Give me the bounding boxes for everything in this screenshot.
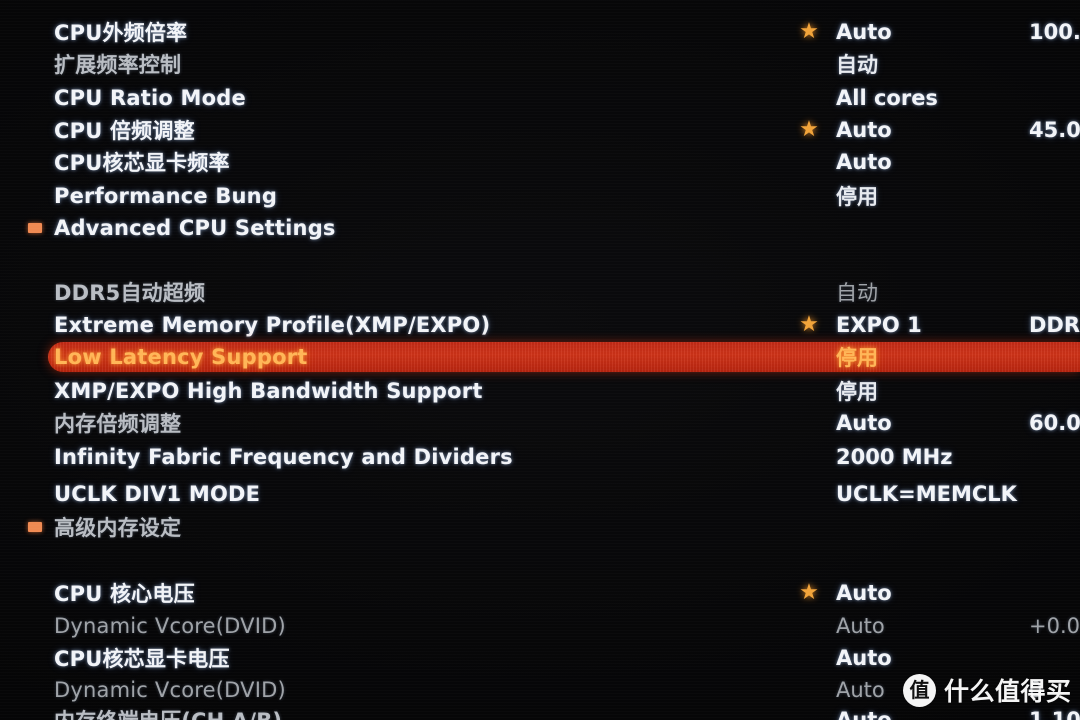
setting-row[interactable]: 扩展频率控制 自动: [0, 48, 1080, 80]
setting-row[interactable]: Performance Bung 停用: [0, 180, 1080, 212]
setting-row[interactable]: Dynamic Vcore(DVID) Auto +0.0: [0, 610, 1080, 642]
setting-value[interactable]: 停用: [836, 181, 878, 211]
setting-row[interactable]: UCLK DIV1 MODE UCLK=MEMCLK: [0, 478, 1080, 510]
setting-row[interactable]: CPU核芯显卡电压 Auto: [0, 642, 1080, 674]
setting-value[interactable]: 自动: [836, 49, 878, 79]
setting-label: DDR5自动超频: [54, 281, 206, 305]
setting-label: CPU Ratio Mode: [54, 86, 246, 110]
setting-extra-value: 1.10: [1029, 708, 1080, 720]
setting-label: UCLK DIV1 MODE: [54, 482, 261, 506]
setting-label: 扩展频率控制: [54, 53, 182, 77]
watermark-text: 什么值得买: [944, 677, 1072, 706]
setting-row[interactable]: 内存倍频调整 Auto 60.0: [0, 407, 1080, 439]
setting-extra-value: 60.0: [1029, 411, 1080, 435]
setting-row[interactable]: ★ CPU 核心电压 Auto: [0, 577, 1080, 609]
setting-label: 内存倍频调整: [54, 412, 182, 436]
favorite-star-icon[interactable]: ★: [798, 314, 820, 336]
setting-label: CPU 核心电压: [54, 582, 195, 606]
setting-row[interactable]: ★ CPU外频倍率 Auto 100.: [0, 16, 1080, 48]
setting-value[interactable]: UCLK=MEMCLK: [836, 482, 1017, 506]
setting-row[interactable]: Infinity Fabric Frequency and Dividers 20…: [0, 441, 1080, 473]
setting-extra-value: +0.0: [1029, 614, 1080, 638]
setting-label: Performance Bung: [54, 184, 278, 208]
setting-label: CPU 倍频调整: [54, 119, 195, 143]
watermark: 值 什么值得买: [903, 672, 1072, 708]
watermark-badge-icon: 值: [903, 673, 936, 707]
favorite-star-icon[interactable]: ★: [798, 119, 820, 141]
setting-value[interactable]: 2000 MHz: [836, 445, 952, 469]
setting-value[interactable]: Auto: [836, 678, 885, 702]
setting-value[interactable]: 停用: [836, 342, 878, 372]
submenu-bullet-icon: [28, 522, 42, 532]
setting-extra-value: 100.: [1029, 20, 1080, 44]
setting-label: Dynamic Vcore(DVID): [54, 614, 286, 638]
setting-label: 内存终端电压(CH A/B): [54, 705, 282, 720]
setting-label: Low Latency Support: [54, 345, 308, 369]
bios-screen: ★ CPU外频倍率 Auto 100. 扩展频率控制 自动 CPU Ratio Mode Al…: [0, 0, 1080, 720]
setting-row[interactable]: ★ CPU 倍频调整 Auto 45.0: [0, 114, 1080, 146]
setting-extra-value: DDR: [1029, 313, 1080, 337]
setting-label: Infinity Fabric Frequency and Dividers: [54, 445, 513, 469]
setting-row[interactable]: CPU Ratio Mode All cores: [0, 82, 1080, 114]
setting-label: CPU核芯显卡频率: [54, 151, 230, 175]
setting-value[interactable]: Auto: [836, 708, 892, 720]
setting-value[interactable]: All cores: [836, 86, 938, 110]
submenu-bullet-icon: [28, 223, 42, 233]
setting-value[interactable]: Auto: [836, 20, 892, 44]
setting-row[interactable]: Low Latency Support 停用: [0, 341, 1080, 373]
setting-row[interactable]: CPU核芯显卡频率 Auto: [0, 146, 1080, 178]
setting-value[interactable]: Auto: [836, 646, 892, 670]
setting-value[interactable]: Auto: [836, 614, 885, 638]
settings-list: ★ CPU外频倍率 Auto 100. 扩展频率控制 自动 CPU Ratio Mode Al…: [0, 0, 1080, 720]
favorite-star-icon[interactable]: ★: [798, 582, 820, 604]
setting-value[interactable]: 停用: [836, 376, 878, 406]
setting-value[interactable]: Auto: [836, 581, 892, 605]
setting-value[interactable]: Auto: [836, 118, 892, 142]
setting-row[interactable]: XMP/EXPO High Bandwidth Support 停用: [0, 375, 1080, 407]
setting-label: CPU核芯显卡电压: [54, 647, 230, 671]
setting-value[interactable]: Auto: [836, 411, 892, 435]
setting-value[interactable]: EXPO 1: [836, 313, 922, 337]
favorite-star-icon[interactable]: ★: [798, 21, 820, 43]
setting-label: XMP/EXPO High Bandwidth Support: [54, 379, 483, 403]
setting-row[interactable]: Advanced CPU Settings: [0, 212, 1080, 244]
setting-value[interactable]: 自动: [836, 277, 878, 307]
setting-value[interactable]: Auto: [836, 150, 892, 174]
setting-label: Advanced CPU Settings: [54, 216, 336, 240]
setting-row[interactable]: DDR5自动超频 自动: [0, 276, 1080, 308]
setting-row[interactable]: ★ Extreme Memory Profile(XMP/EXPO) EXPO 1 D…: [0, 309, 1080, 341]
setting-label: Extreme Memory Profile(XMP/EXPO): [54, 313, 491, 337]
setting-label: Dynamic Vcore(DVID): [54, 678, 286, 702]
setting-row[interactable]: 高级内存设定: [0, 511, 1080, 543]
setting-label: CPU外频倍率: [54, 21, 188, 45]
setting-label: 高级内存设定: [54, 516, 182, 540]
setting-extra-value: 45.0: [1029, 118, 1080, 142]
